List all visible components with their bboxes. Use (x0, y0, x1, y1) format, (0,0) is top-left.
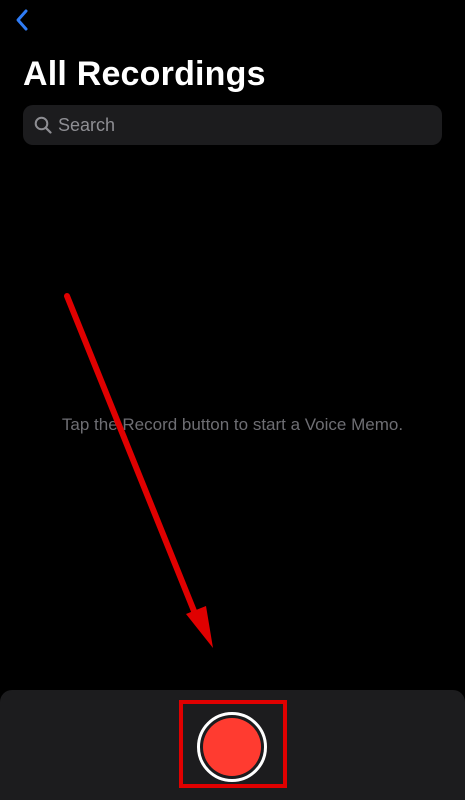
search-bar[interactable] (23, 104, 442, 146)
empty-state-message: Tap the Record button to start a Voice M… (61, 415, 404, 434)
search-input[interactable] (53, 104, 442, 146)
back-button[interactable] (8, 6, 36, 34)
annotation-highlight-box (179, 700, 287, 788)
search-icon (33, 115, 53, 135)
chevron-left-icon (16, 9, 28, 31)
page-title: All Recordings (23, 55, 266, 93)
